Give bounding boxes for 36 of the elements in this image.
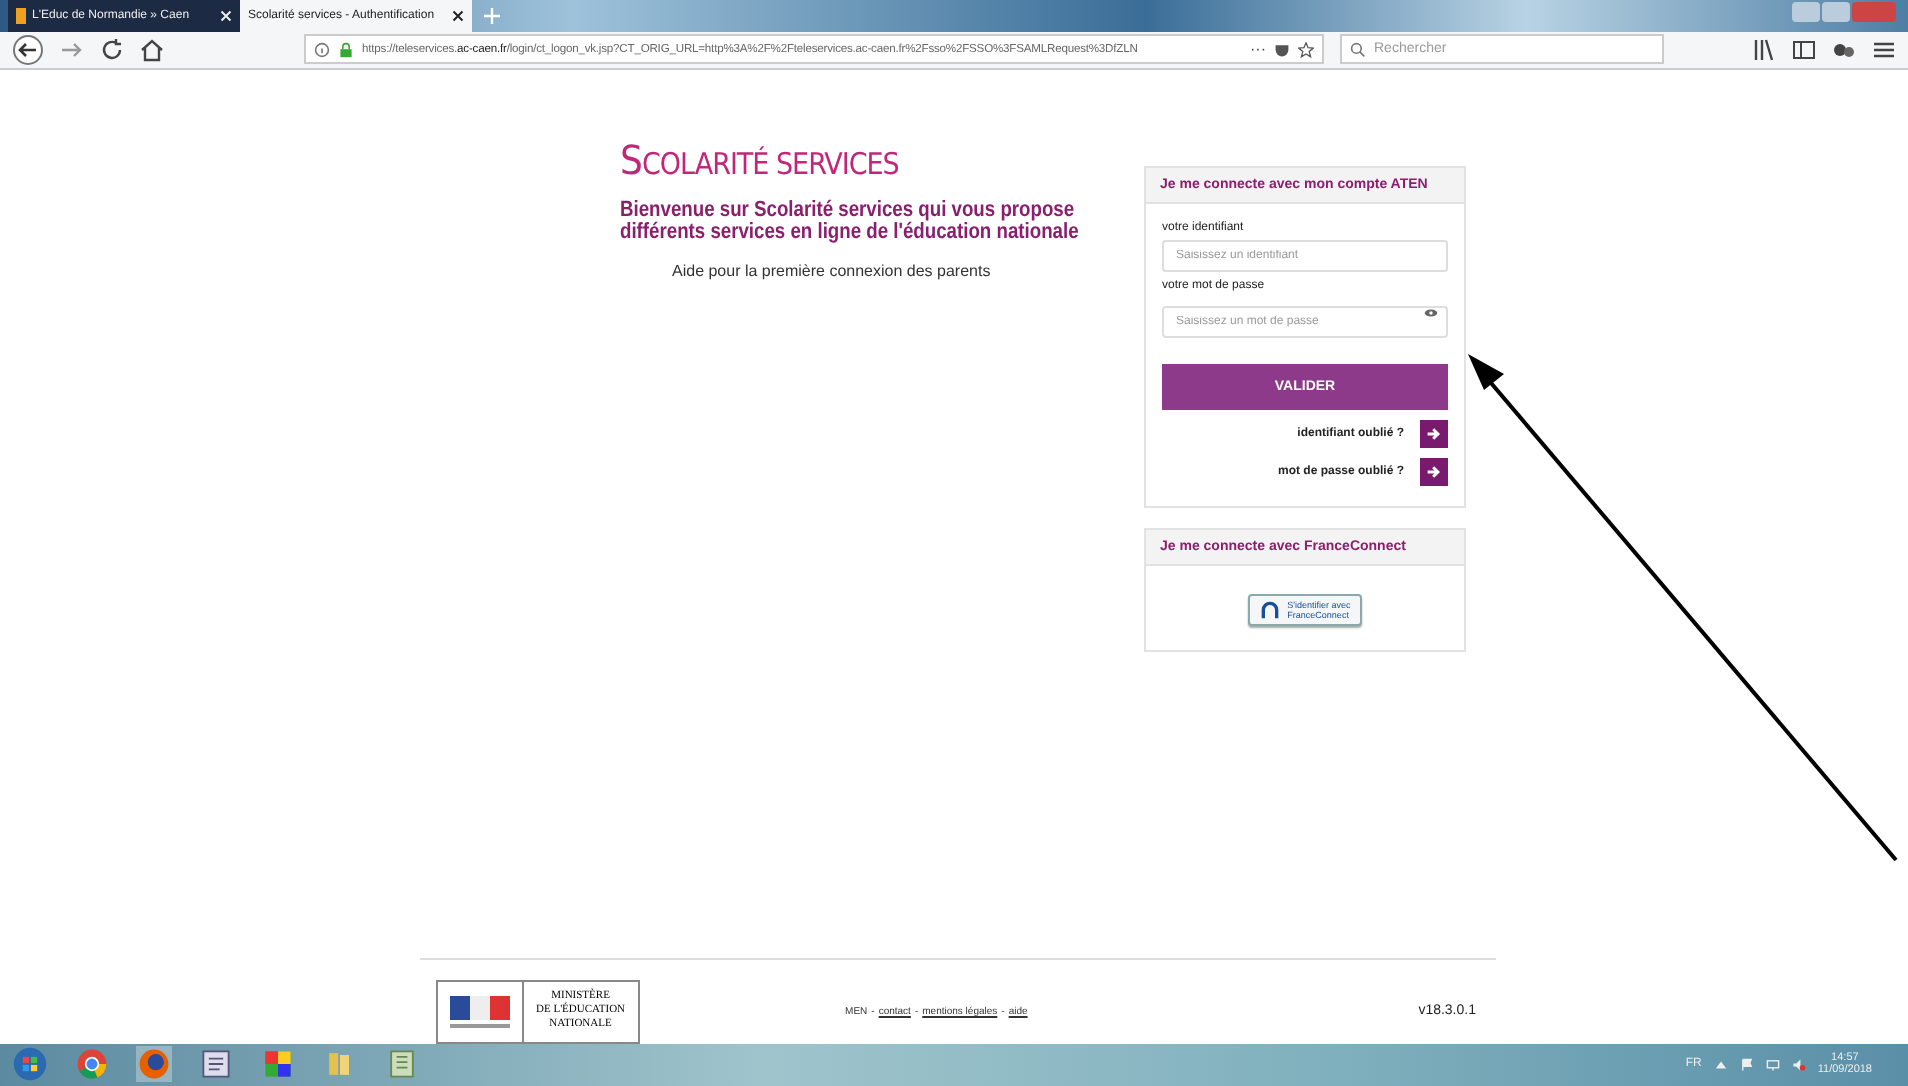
firefox-icon[interactable] [136,1046,172,1083]
eye-icon[interactable] [1424,307,1438,318]
forward-icon[interactable] [60,37,84,62]
arrow-button[interactable] [1420,457,1448,486]
window-controls[interactable] [1792,2,1896,22]
reload-icon[interactable] [100,37,124,62]
archive-icon[interactable] [384,1046,420,1083]
arrow-button[interactable] [1420,419,1448,448]
search-icon [1350,41,1366,58]
welcome-text: Bienvenue sur Scolarité services qui vous propose différents services en ligne de l'éducation nationale [620,199,1081,244]
network-icon[interactable] [1765,1057,1780,1072]
right-arrow-icon [1426,425,1442,442]
help-link[interactable]: Aide pour la première connexion des parents [672,261,1100,280]
start-button[interactable] [12,1046,48,1083]
home-icon[interactable] [140,37,164,62]
info-icon [314,41,330,58]
caret-icon[interactable] [1713,1057,1728,1072]
flag-icon [450,995,510,1020]
document-app-icon[interactable] [198,1046,234,1083]
close-icon[interactable] [452,10,464,22]
right-arrow-icon [1426,463,1442,480]
franceconnect-logo-icon [1259,599,1280,620]
flag-icon[interactable] [1739,1057,1754,1072]
menu-icon[interactable] [1872,37,1896,62]
site-logo: SCOLARITÉ SERVICES [620,135,901,184]
pocket-icon[interactable] [1274,41,1290,58]
color-palette-icon[interactable] [260,1046,296,1083]
site-icon [16,8,26,24]
volume-icon[interactable] [1791,1057,1806,1072]
back-icon[interactable] [12,33,44,66]
lock-icon [338,41,354,58]
sidebar-icon[interactable] [1792,37,1816,62]
chrome-icon[interactable] [74,1046,110,1083]
star-icon[interactable] [1298,41,1314,58]
page-actions-menu[interactable]: ··· [1250,40,1266,59]
library-icon[interactable] [1752,37,1776,62]
